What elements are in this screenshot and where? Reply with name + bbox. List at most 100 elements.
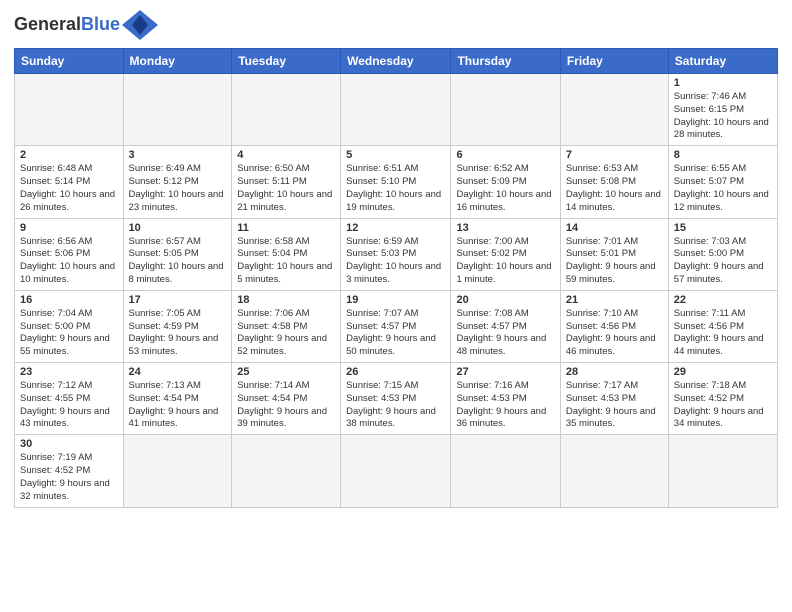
day-info: Sunrise: 7:18 AM Sunset: 4:52 PM Dayligh… [674,380,772,431]
day-number: 14 [566,222,663,234]
weekday-header: Monday [123,49,232,74]
calendar-cell: 25 Sunrise: 7:14 AM Sunset: 4:54 PM Dayli… [232,363,341,435]
calendar-cell: 1 Sunrise: 7:46 AM Sunset: 6:15 PM Daylig… [668,74,777,146]
day-number: 26 [346,366,445,378]
calendar-cell: 11 Sunrise: 6:58 AM Sunset: 5:04 PM Dayli… [232,218,341,290]
calendar-cell [15,74,124,146]
day-number: 15 [674,222,772,234]
weekday-header: Thursday [451,49,560,74]
header: GeneralBlue [14,10,778,40]
day-number: 29 [674,366,772,378]
calendar-cell: 8 Sunrise: 6:55 AM Sunset: 5:07 PM Daylig… [668,146,777,218]
day-info: Sunrise: 6:50 AM Sunset: 5:11 PM Dayligh… [237,163,335,214]
calendar-cell [560,74,668,146]
day-number: 20 [456,294,554,306]
day-number: 1 [674,77,772,89]
day-info: Sunrise: 7:15 AM Sunset: 4:53 PM Dayligh… [346,380,445,431]
day-info: Sunrise: 6:51 AM Sunset: 5:10 PM Dayligh… [346,163,445,214]
calendar-cell: 28Sunrise: 7:17 AM Sunset: 4:53 PM Dayli… [560,363,668,435]
logo-text: GeneralBlue [14,15,120,35]
day-number: 11 [237,222,335,234]
day-info: Sunrise: 7:03 AM Sunset: 5:00 PM Dayligh… [674,236,772,287]
day-info: Sunrise: 7:05 AM Sunset: 4:59 PM Dayligh… [129,308,227,359]
page: GeneralBlue SundayMondayTuesdayWednesday… [0,0,792,612]
day-number: 7 [566,149,663,161]
day-number: 16 [20,294,118,306]
weekday-header: Sunday [15,49,124,74]
calendar-cell: 17 Sunrise: 7:05 AM Sunset: 4:59 PM Dayli… [123,290,232,362]
day-info: Sunrise: 7:10 AM Sunset: 4:56 PM Dayligh… [566,308,663,359]
day-number: 9 [20,222,118,234]
day-number: 12 [346,222,445,234]
day-number: 3 [129,149,227,161]
day-number: 27 [456,366,554,378]
day-number: 6 [456,149,554,161]
day-info: Sunrise: 6:58 AM Sunset: 5:04 PM Dayligh… [237,236,335,287]
day-info: Sunrise: 6:49 AM Sunset: 5:12 PM Dayligh… [129,163,227,214]
day-info: Sunrise: 7:04 AM Sunset: 5:00 PM Dayligh… [20,308,118,359]
day-info: Sunrise: 7:08 AM Sunset: 4:57 PM Dayligh… [456,308,554,359]
calendar-cell: 16 Sunrise: 7:04 AM Sunset: 5:00 PM Dayli… [15,290,124,362]
day-number: 23 [20,366,118,378]
day-info: Sunrise: 7:00 AM Sunset: 5:02 PM Dayligh… [456,236,554,287]
day-info: Sunrise: 7:14 AM Sunset: 4:54 PM Dayligh… [237,380,335,431]
weekday-header: Saturday [668,49,777,74]
calendar-cell: 2 Sunrise: 6:48 AM Sunset: 5:14 PM Daylig… [15,146,124,218]
weekday-header: Friday [560,49,668,74]
calendar-cell: 30Sunrise: 7:19 AM Sunset: 4:52 PM Dayli… [15,435,124,507]
calendar-cell: 20 Sunrise: 7:08 AM Sunset: 4:57 PM Dayli… [451,290,560,362]
day-info: Sunrise: 6:56 AM Sunset: 5:06 PM Dayligh… [20,236,118,287]
calendar-cell: 9 Sunrise: 6:56 AM Sunset: 5:06 PM Daylig… [15,218,124,290]
calendar-cell: 23 Sunrise: 7:12 AM Sunset: 4:55 PM Dayli… [15,363,124,435]
day-info: Sunrise: 7:16 AM Sunset: 4:53 PM Dayligh… [456,380,554,431]
day-number: 18 [237,294,335,306]
day-number: 22 [674,294,772,306]
day-info: Sunrise: 7:07 AM Sunset: 4:57 PM Dayligh… [346,308,445,359]
day-number: 2 [20,149,118,161]
calendar-cell [451,435,560,507]
calendar-cell [232,435,341,507]
calendar-cell: 19Sunrise: 7:07 AM Sunset: 4:57 PM Dayli… [341,290,451,362]
calendar-cell [668,435,777,507]
calendar-cell [123,74,232,146]
day-info: Sunrise: 6:53 AM Sunset: 5:08 PM Dayligh… [566,163,663,214]
calendar-cell: 15 Sunrise: 7:03 AM Sunset: 5:00 PM Dayli… [668,218,777,290]
calendar-cell: 14Sunrise: 7:01 AM Sunset: 5:01 PM Dayli… [560,218,668,290]
day-number: 25 [237,366,335,378]
calendar-cell [560,435,668,507]
day-number: 4 [237,149,335,161]
day-number: 13 [456,222,554,234]
calendar-cell: 4 Sunrise: 6:50 AM Sunset: 5:11 PM Daylig… [232,146,341,218]
calendar-cell [341,435,451,507]
day-info: Sunrise: 7:06 AM Sunset: 4:58 PM Dayligh… [237,308,335,359]
calendar-cell [451,74,560,146]
calendar-cell: 6 Sunrise: 6:52 AM Sunset: 5:09 PM Daylig… [451,146,560,218]
logo-icon [122,10,158,40]
calendar-cell [341,74,451,146]
calendar-cell: 3 Sunrise: 6:49 AM Sunset: 5:12 PM Daylig… [123,146,232,218]
day-info: Sunrise: 7:12 AM Sunset: 4:55 PM Dayligh… [20,380,118,431]
day-info: Sunrise: 7:13 AM Sunset: 4:54 PM Dayligh… [129,380,227,431]
calendar-cell: 27 Sunrise: 7:16 AM Sunset: 4:53 PM Dayli… [451,363,560,435]
calendar: SundayMondayTuesdayWednesdayThursdayFrid… [14,48,778,508]
logo-general: General [14,14,81,34]
calendar-cell: 5 Sunrise: 6:51 AM Sunset: 5:10 PM Daylig… [341,146,451,218]
calendar-cell: 21Sunrise: 7:10 AM Sunset: 4:56 PM Dayli… [560,290,668,362]
day-number: 28 [566,366,663,378]
day-number: 8 [674,149,772,161]
calendar-cell: 7 Sunrise: 6:53 AM Sunset: 5:08 PM Daylig… [560,146,668,218]
day-info: Sunrise: 6:59 AM Sunset: 5:03 PM Dayligh… [346,236,445,287]
day-number: 5 [346,149,445,161]
calendar-cell: 13 Sunrise: 7:00 AM Sunset: 5:02 PM Dayli… [451,218,560,290]
day-info: Sunrise: 6:55 AM Sunset: 5:07 PM Dayligh… [674,163,772,214]
day-number: 24 [129,366,227,378]
day-info: Sunrise: 6:48 AM Sunset: 5:14 PM Dayligh… [20,163,118,214]
calendar-cell: 29 Sunrise: 7:18 AM Sunset: 4:52 PM Dayli… [668,363,777,435]
logo: GeneralBlue [14,10,158,40]
day-number: 17 [129,294,227,306]
calendar-cell: 26 Sunrise: 7:15 AM Sunset: 4:53 PM Dayli… [341,363,451,435]
day-info: Sunrise: 7:46 AM Sunset: 6:15 PM Dayligh… [674,91,772,142]
day-info: Sunrise: 6:52 AM Sunset: 5:09 PM Dayligh… [456,163,554,214]
calendar-cell [232,74,341,146]
day-info: Sunrise: 7:11 AM Sunset: 4:56 PM Dayligh… [674,308,772,359]
